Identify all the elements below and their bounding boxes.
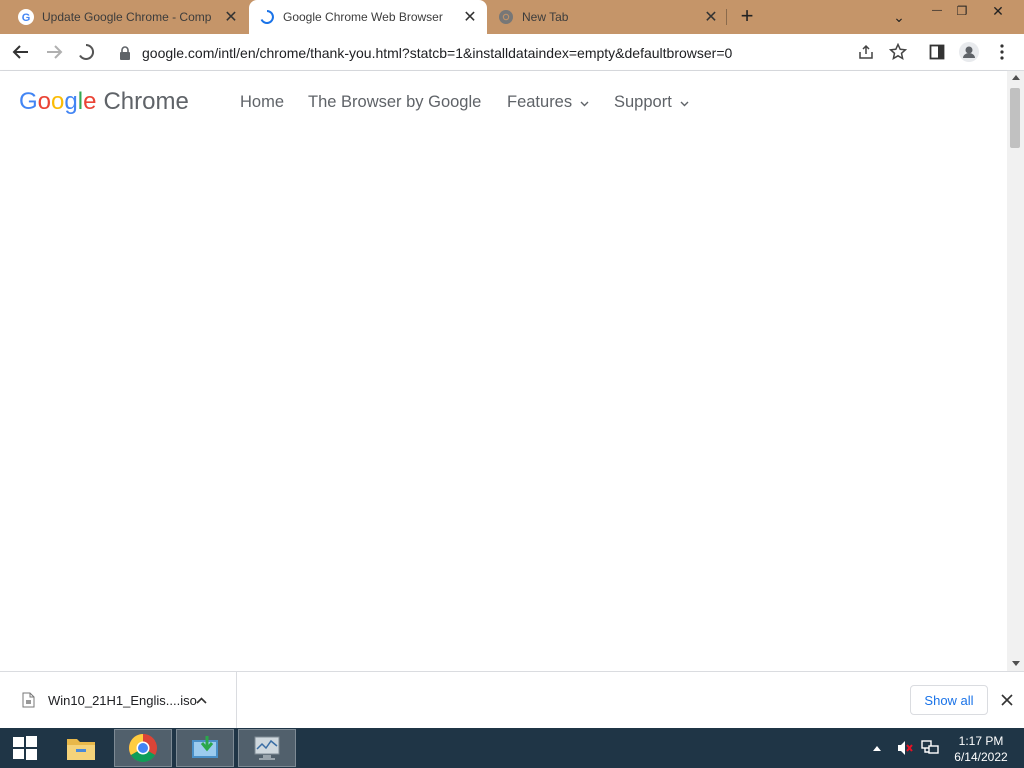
- page-content: [0, 134, 1007, 671]
- monitor-taskbar-button[interactable]: [238, 729, 296, 767]
- installer-icon: [192, 736, 218, 758]
- nav-browser-by-google[interactable]: The Browser by Google: [308, 93, 481, 112]
- bookmark-star-icon[interactable]: [886, 40, 910, 64]
- system-clock[interactable]: 1:17 PM 6/14/2022: [948, 733, 1014, 765]
- address-bar[interactable]: google.com/intl/en/chrome/thank-you.html…: [111, 38, 921, 67]
- tab-search-chevron-icon[interactable]: ⌄: [884, 6, 914, 28]
- nav-label: Features: [507, 93, 573, 111]
- window-close-button[interactable]: ✕: [983, 0, 1013, 22]
- nav-label: Home: [240, 93, 285, 111]
- nav-home[interactable]: Home: [240, 93, 284, 112]
- nav-label: The Browser by Google: [308, 93, 482, 111]
- share-icon[interactable]: [854, 40, 878, 64]
- nav-support[interactable]: Support: [614, 93, 689, 112]
- forward-arrow-icon[interactable]: [42, 40, 66, 64]
- performance-monitor-icon: [254, 736, 280, 760]
- clock-time: 1:17 PM: [958, 734, 1004, 748]
- chevron-down-icon: [580, 101, 589, 106]
- loading-spinner-icon: [260, 10, 274, 24]
- download-bar-close-icon[interactable]: [996, 689, 1018, 711]
- chrome-taskbar-button[interactable]: [114, 729, 172, 767]
- scroll-down-arrow-icon[interactable]: [1007, 657, 1024, 671]
- nav-features[interactable]: Features: [507, 93, 589, 112]
- tab-close-icon[interactable]: ✕: [700, 6, 722, 28]
- new-tab-button[interactable]: +: [736, 5, 758, 28]
- network-icon[interactable]: [921, 728, 939, 768]
- tab-new-tab[interactable]: New Tab ✕: [488, 0, 728, 34]
- vertical-scrollbar[interactable]: [1007, 71, 1024, 671]
- logo-google-wordmark: Google: [19, 88, 96, 116]
- scroll-up-arrow-icon[interactable]: [1007, 71, 1024, 85]
- download-item[interactable]: Win10_21H1_Englis....iso: [0, 672, 237, 728]
- tab-update-chrome[interactable]: G Update Google Chrome - Comp ✕: [0, 0, 248, 34]
- logo-letter: o: [51, 88, 65, 115]
- installer-taskbar-button[interactable]: [176, 729, 234, 767]
- url-text: google.com/intl/en/chrome/thank-you.html…: [142, 44, 733, 61]
- google-favicon-icon: G: [18, 9, 34, 25]
- logo-letter: g: [64, 88, 78, 115]
- tab-separator: [726, 9, 727, 25]
- chevron-down-icon: [680, 101, 689, 106]
- tab-title: Google Chrome Web Browser: [283, 10, 443, 24]
- file-icon: [22, 692, 35, 708]
- volume-muted-icon[interactable]: [896, 728, 914, 768]
- windows-logo-icon: [13, 736, 37, 760]
- chrome-logo-icon: [129, 734, 157, 762]
- file-explorer-button[interactable]: [52, 729, 110, 767]
- nav-label: Support: [614, 93, 672, 111]
- stop-loading-icon[interactable]: [74, 40, 98, 64]
- download-bar: Win10_21H1_Englis....iso Show all: [0, 671, 1024, 728]
- tab-chrome-web-browser[interactable]: Google Chrome Web Browser ✕: [249, 0, 487, 34]
- logo-letter: e: [83, 88, 97, 115]
- tab-close-icon[interactable]: ✕: [220, 6, 242, 28]
- svg-text:G: G: [22, 12, 31, 24]
- clock-date: 6/14/2022: [954, 750, 1008, 764]
- scrollbar-thumb[interactable]: [1010, 88, 1020, 148]
- show-hidden-icons-icon[interactable]: [873, 728, 881, 768]
- tab-title: New Tab: [522, 10, 569, 24]
- windows-taskbar: 1:17 PM 6/14/2022: [0, 728, 1024, 768]
- show-all-button[interactable]: Show all: [910, 685, 988, 715]
- tab-strip: G Update Google Chrome - Comp ✕ Google C…: [0, 0, 1024, 34]
- lock-icon[interactable]: [119, 45, 131, 60]
- logo-letter: o: [37, 88, 52, 115]
- back-arrow-icon[interactable]: [9, 40, 33, 64]
- site-header: Google Chrome Home The Browser by Google…: [0, 71, 1007, 134]
- profile-avatar-icon[interactable]: [957, 40, 981, 64]
- folder-icon: [67, 739, 95, 760]
- logo-letter: G: [19, 88, 38, 115]
- restore-button[interactable]: ❐: [947, 0, 977, 22]
- download-filename: Win10_21H1_Englis....iso: [48, 692, 197, 708]
- logo-product-name: Chrome: [103, 88, 189, 115]
- side-panel-icon[interactable]: [925, 40, 949, 64]
- tab-close-icon[interactable]: ✕: [459, 6, 481, 28]
- google-chrome-logo[interactable]: Google Chrome: [19, 88, 189, 116]
- more-menu-icon[interactable]: [990, 40, 1014, 64]
- browser-toolbar: google.com/intl/en/chrome/thank-you.html…: [0, 34, 1024, 71]
- start-button[interactable]: [0, 729, 50, 767]
- chrome-favicon-icon: [499, 10, 513, 24]
- chevron-up-icon[interactable]: [196, 696, 207, 704]
- tab-title: Update Google Chrome - Comp: [42, 10, 212, 24]
